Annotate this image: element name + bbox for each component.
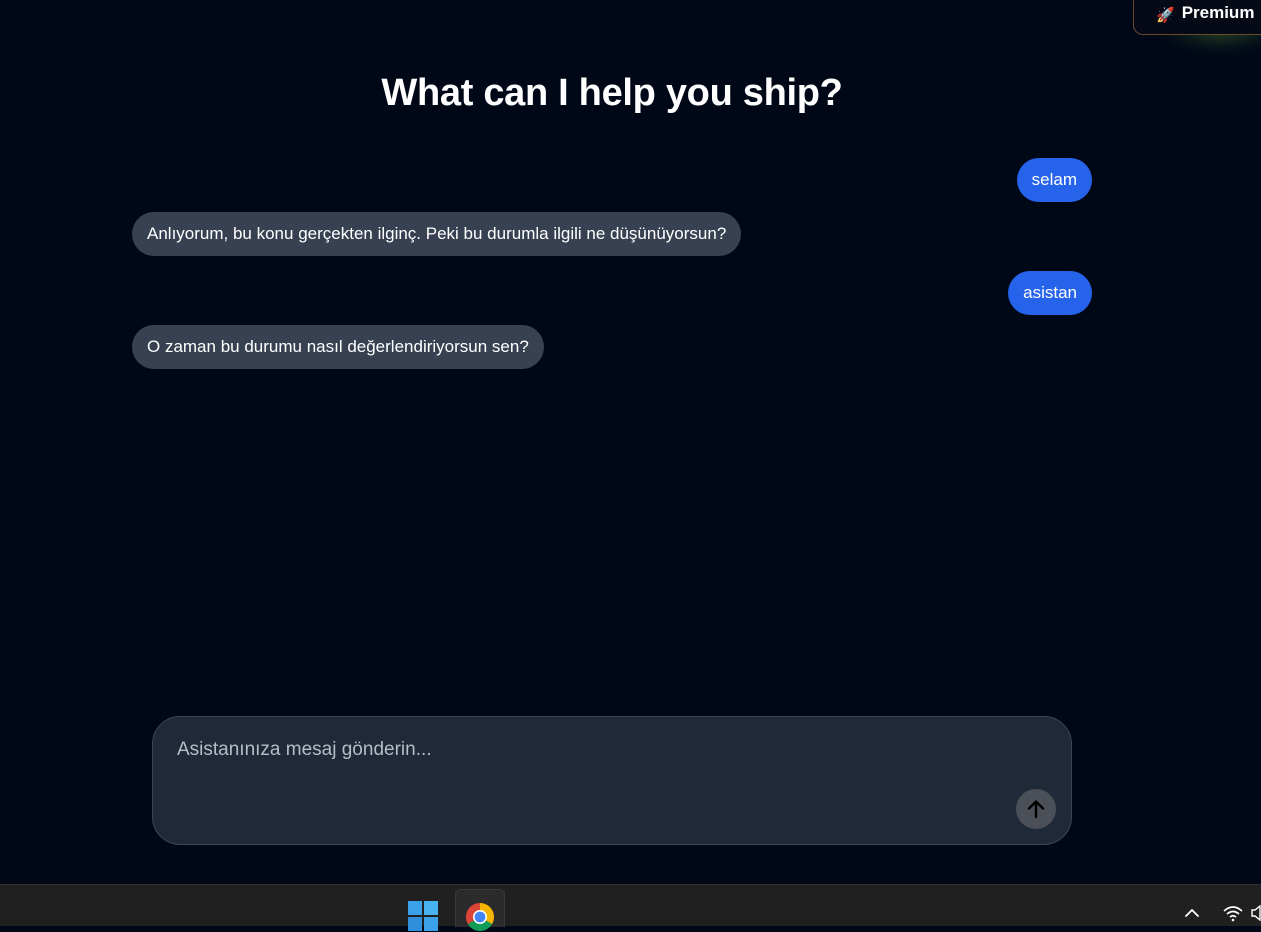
assistant-message: Anlıyorum, bu konu gerçekten ilginç. Pek… [132,212,742,256]
chevron-up-icon[interactable] [1183,906,1201,918]
rocket-icon: 🚀 [1156,7,1175,24]
wifi-icon[interactable] [1222,904,1244,922]
arrow-up-icon [1027,800,1045,819]
page-title: What can I help you ship? [381,72,843,114]
assistant-message: O zaman bu durumu nasıl değerlendiriyors… [132,325,544,369]
chrome-taskbar-button[interactable] [455,889,505,931]
chrome-icon [466,903,494,931]
user-message: selam [1016,158,1092,202]
speaker-icon[interactable] [1251,905,1261,921]
user-message: asistan [1008,271,1092,315]
premium-label: Premium [1181,3,1255,22]
start-button[interactable] [402,894,444,931]
send-button[interactable] [1016,789,1056,829]
chat-app: 🚀 Premium What can I help you ship? sela… [0,0,1261,884]
message-composer [152,716,1072,845]
message-input[interactable] [177,739,997,819]
taskbar [0,884,1261,931]
windows-start-icon [408,901,438,931]
premium-button[interactable]: 🚀 Premium [1133,0,1261,35]
